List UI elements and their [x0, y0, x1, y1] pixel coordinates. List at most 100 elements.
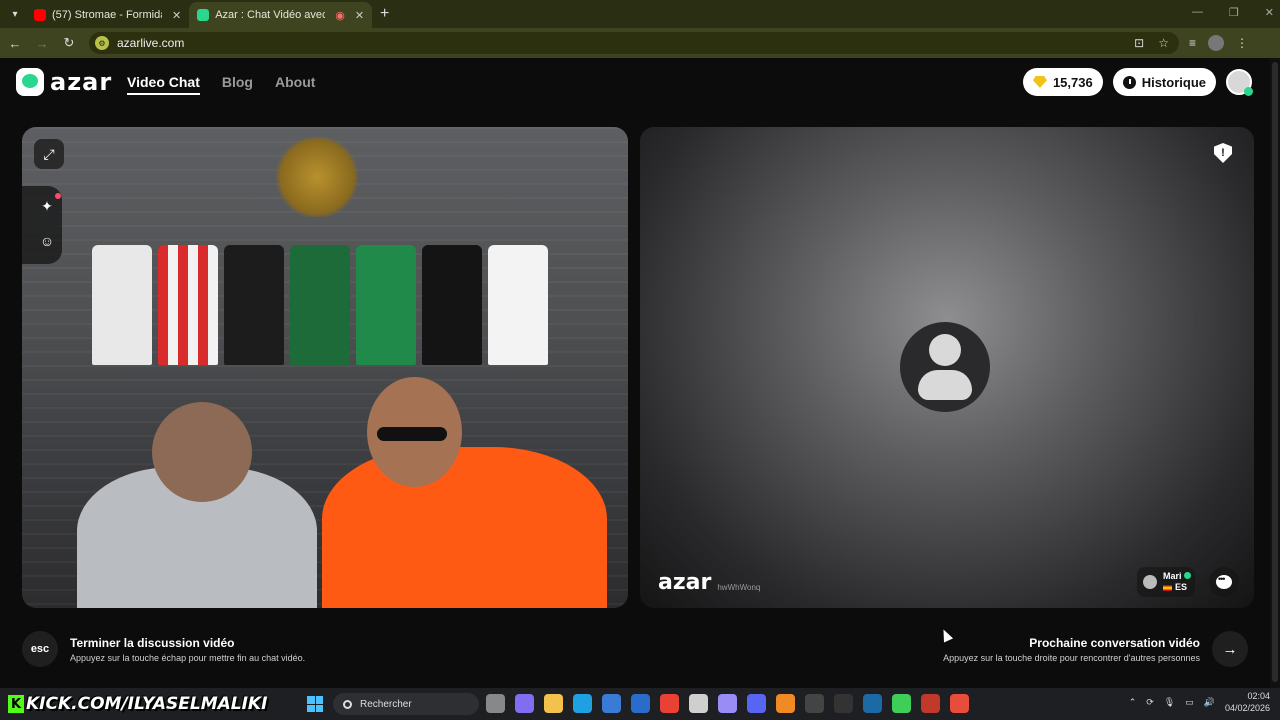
close-window-icon[interactable]: ✕	[1265, 6, 1274, 19]
chat-button[interactable]	[1209, 567, 1239, 597]
close-icon[interactable]: ✕	[355, 9, 364, 22]
sticker-button[interactable]: ☺	[32, 226, 62, 256]
gems-button[interactable]: 15,736	[1022, 68, 1103, 96]
placeholder-body	[918, 370, 972, 400]
window-controls: — ❐ ✕	[1192, 6, 1274, 19]
page-scrollbar[interactable]	[1270, 58, 1280, 688]
nav-video-chat[interactable]: Video Chat	[127, 74, 200, 95]
discord-icon[interactable]	[747, 694, 766, 713]
store-icon[interactable]	[602, 694, 621, 713]
edge-icon[interactable]	[573, 694, 592, 713]
spain-flag-icon	[1163, 584, 1172, 591]
back-icon[interactable]: ←	[3, 36, 27, 51]
address-bar-row: ← → ↻ ⚙ azarlive.com ⊡ ☆ ≡ ⋮	[0, 28, 1280, 58]
azar-watermark: azar hwWhWonq	[658, 570, 760, 595]
azar-logo-icon	[16, 68, 44, 96]
start-button[interactable]	[307, 696, 323, 712]
notification-dot	[55, 193, 61, 199]
outlook-icon[interactable]	[631, 694, 650, 713]
clock-date: 04/02/2026	[1224, 703, 1270, 713]
sunglasses	[377, 427, 447, 441]
peer-profile-chip[interactable]: Mari ES	[1137, 567, 1195, 597]
nav-blog[interactable]: Blog	[222, 74, 253, 95]
task-view-icon[interactable]	[486, 694, 505, 713]
profile-icon[interactable]	[1208, 35, 1225, 51]
history-label: Historique	[1141, 74, 1206, 90]
app-orange-icon[interactable]	[776, 694, 795, 713]
peer-video: ! azar hwWhWonq Mari ES	[640, 127, 1254, 608]
tab-azar[interactable]: Azar : Chat Vidéo avec de n ◉ ✕	[189, 2, 373, 28]
tab-title: Azar : Chat Vidéo avec de n	[215, 9, 326, 21]
tab-youtube[interactable]: (57) Stromae - Formidable (cec ✕	[26, 2, 189, 28]
gems-count: 15,736	[1052, 74, 1093, 90]
app-generic-icon[interactable]	[689, 694, 708, 713]
install-app-icon[interactable]: ⊡	[1134, 36, 1144, 50]
file-explorer-icon[interactable]	[544, 694, 563, 713]
reload-icon[interactable]: ↻	[57, 35, 81, 51]
nav-about[interactable]: About	[275, 74, 315, 95]
magic-wand-icon: ✦	[41, 197, 53, 214]
header-actions: 15,736 Historique	[1022, 68, 1253, 96]
display-icon[interactable]: ▭	[1185, 697, 1194, 708]
watermark-logo: azar	[658, 570, 712, 595]
minimize-icon[interactable]: —	[1192, 6, 1203, 19]
forward-icon[interactable]: →	[30, 36, 54, 51]
youtube-icon	[34, 9, 46, 21]
maximize-icon[interactable]: ❐	[1229, 6, 1239, 19]
azar-logo[interactable]: azar	[16, 68, 112, 96]
obs-icon[interactable]	[805, 694, 824, 713]
user-avatar[interactable]	[1226, 69, 1253, 96]
media-controls-icon[interactable]: ≡	[1189, 36, 1196, 50]
peer-name: Mari	[1163, 571, 1182, 581]
main-nav: Video Chat Blog About	[127, 74, 315, 95]
end-chat-title: Terminer la discussion vidéo	[70, 635, 235, 650]
menu-kebab-icon[interactable]: ⋮	[1236, 36, 1248, 50]
tab-search-icon[interactable]: ▾	[4, 3, 26, 25]
site-info-icon[interactable]: ⚙	[95, 36, 109, 50]
peer-info: Mari ES	[1163, 571, 1191, 593]
clock-icon	[1122, 75, 1136, 89]
taskbar-apps	[486, 694, 969, 713]
report-shield-icon[interactable]: !	[1214, 143, 1232, 163]
app-green-icon[interactable]	[892, 694, 911, 713]
end-chat-control: esc Terminer la discussion vidéo Appuyez…	[22, 631, 305, 667]
app-dark-icon[interactable]	[834, 694, 853, 713]
watermark-id: hwWhWonq	[717, 583, 761, 592]
url-field[interactable]: ⚙ azarlive.com ⊡ ☆	[89, 32, 1179, 54]
tray-chevron-icon[interactable]: ⌃	[1129, 697, 1137, 708]
scroll-thumb[interactable]	[1272, 62, 1278, 682]
verified-badge-icon	[1183, 572, 1191, 579]
app-red-icon[interactable]	[921, 694, 940, 713]
copilot-icon[interactable]	[515, 694, 534, 713]
steam-icon[interactable]	[863, 694, 882, 713]
self-video	[22, 127, 628, 608]
taskbar-search[interactable]: Rechercher	[333, 693, 479, 715]
sync-icon[interactable]: ⟳	[1146, 697, 1154, 708]
esc-button[interactable]: esc	[22, 631, 58, 667]
history-button[interactable]: Historique	[1112, 68, 1216, 96]
gamepad-icon[interactable]	[718, 694, 737, 713]
close-icon[interactable]: ✕	[172, 9, 181, 22]
volume-icon[interactable]: 🔊	[1204, 697, 1215, 708]
microphone-icon[interactable]: 🎙	[1164, 697, 1175, 708]
system-tray: ⌃ ⟳ 🎙 ▭ 🔊 02:04 04/02/2026	[1129, 690, 1270, 714]
next-chat-title: Prochaine conversation vidéo	[1029, 635, 1200, 650]
expand-button[interactable]: ⤢	[34, 139, 64, 169]
tab-title: (57) Stromae - Formidable (cec	[52, 9, 162, 21]
person-left-head	[152, 402, 252, 502]
browser-tabbar: ▾ (57) Stromae - Formidable (cec ✕ Azar …	[0, 0, 1280, 28]
peer-avatar-icon	[1143, 575, 1157, 589]
tray-clock[interactable]: 02:04 04/02/2026	[1225, 690, 1270, 714]
kick-overlay: K KICK.COM/ILYASELMALIKI	[8, 692, 267, 716]
azar-page: azar Video Chat Blog About 15,736 Histor…	[0, 58, 1280, 688]
placeholder-head	[929, 334, 961, 366]
chrome-icon[interactable]	[660, 694, 679, 713]
peer-country: ES	[1175, 582, 1188, 592]
app-highlight-icon[interactable]	[950, 694, 969, 713]
bookmark-star-icon[interactable]: ☆	[1158, 36, 1169, 50]
gold-figurine	[272, 137, 362, 217]
new-tab-button[interactable]: +	[380, 5, 389, 23]
jerseys-decor	[92, 245, 548, 365]
end-chat-subtitle: Appuyez sur la touche échap pour mettre …	[70, 652, 306, 663]
next-arrow-button[interactable]: →	[1212, 631, 1248, 667]
